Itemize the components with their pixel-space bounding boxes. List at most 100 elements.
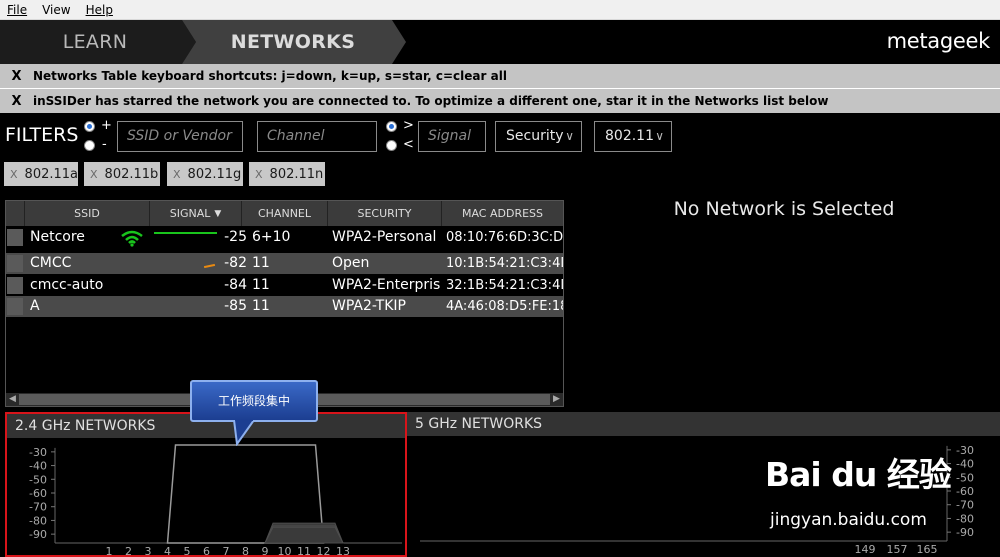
cell-channel: 11 [252, 298, 270, 314]
cell-ssid: cmcc-auto [30, 277, 104, 293]
table-header: SSID SIGNAL ▼ CHANNEL SECURITY MAC ADDRE… [6, 201, 563, 226]
y-tick-label: -70 [956, 499, 974, 512]
chip-label: 802.11a [24, 166, 79, 182]
x-tick-label: 10 [278, 545, 292, 555]
cell-channel: 6+10 [252, 229, 291, 245]
y-tick-label: -50 [956, 471, 974, 484]
menu-help[interactable]: Help [79, 3, 121, 17]
table-row[interactable]: CMCC -82 11 Open 10:1B:54:21:C3:4D [6, 253, 563, 274]
table-row[interactable]: Netcore -25 6+10 WPA2-Personal 08:10:76:… [6, 227, 563, 248]
signal-gt-radio[interactable] [386, 121, 397, 132]
filter-chip-802-11a[interactable]: X 802.11a [4, 162, 78, 186]
cell-signal: -82 [224, 255, 247, 271]
x-tick-label: 7 [223, 545, 230, 555]
sort-descending-icon: ▼ [214, 208, 222, 219]
close-notice-button[interactable]: X [0, 69, 33, 84]
x-tick-label: 2 [125, 545, 132, 555]
chip-label: 802.11b [104, 166, 159, 182]
menu-view[interactable]: View [35, 3, 78, 17]
cell-security: WPA2-Personal [332, 229, 437, 245]
table-row[interactable]: cmcc-auto -84 11 WPA2-Enterprise 32:1B:5… [6, 275, 563, 296]
filters-bar: FILTERS + - SSID or Vendor Channel > < S… [0, 113, 1000, 160]
watermark-logo: Bai du 经验 [765, 455, 952, 494]
x-tick-label: 3 [145, 545, 152, 555]
star-marker[interactable] [7, 229, 23, 246]
x-tick-label: 4 [164, 545, 171, 555]
chip-label: 802.11n [269, 166, 324, 182]
scroll-right-icon[interactable]: ▶ [550, 393, 563, 406]
ssid-include-radio[interactable] [84, 121, 95, 132]
x-tick-label: 8 [242, 545, 249, 555]
panel-2-4ghz: 2.4 GHz NETWORKS -30 -40 -50 -60 -70 -80 -90 1 2… [5, 412, 407, 557]
close-icon[interactable]: X [173, 168, 181, 181]
x-tick-label: 1 [106, 545, 113, 555]
y-tick-label: -80 [29, 514, 47, 527]
filters-title: FILTERS [5, 124, 79, 146]
y-tick-label: -90 [29, 528, 47, 541]
signal-input[interactable]: Signal [418, 121, 486, 152]
cell-mac: 10:1B:54:21:C3:4D [446, 256, 563, 271]
y-tick-label: -40 [29, 460, 47, 473]
table-row[interactable]: A -85 11 WPA2-TKIP 4A:46:08:D5:FE:18 [6, 296, 563, 317]
cell-signal: -85 [224, 298, 247, 314]
x-tick-label: 12 [317, 545, 331, 555]
y-tick-label: -30 [956, 444, 974, 457]
x-tick-label: 6 [203, 545, 210, 555]
networks-table: SSID SIGNAL ▼ CHANNEL SECURITY MAC ADDRE… [5, 200, 564, 407]
notice-text: inSSIDer has starred the network you are… [33, 94, 829, 108]
filter-chip-802-11n[interactable]: X 802.11n [249, 162, 325, 186]
x-tick-label: 11 [297, 545, 311, 555]
filter-chip-802-11b[interactable]: X 802.11b [84, 162, 160, 186]
channel-input[interactable]: Channel [257, 121, 377, 152]
minus-label: - [102, 137, 107, 152]
panel-5ghz-title: 5 GHz NETWORKS [407, 412, 1000, 436]
signal-lt-radio[interactable] [386, 140, 397, 151]
x-tick-label: 9 [262, 545, 269, 555]
close-notice-button[interactable]: X [0, 94, 33, 109]
shortcut-notice: X Networks Table keyboard shortcuts: j=d… [0, 64, 1000, 89]
star-marker[interactable] [7, 277, 23, 294]
ssid-exclude-radio[interactable] [84, 140, 95, 151]
column-header-channel[interactable]: CHANNEL [242, 201, 328, 226]
cell-signal: -25 [224, 229, 247, 245]
tab-networks[interactable]: NETWORKS [182, 20, 404, 64]
column-header-security[interactable]: SECURITY [328, 201, 442, 226]
star-marker[interactable] [7, 298, 23, 315]
ssid-vendor-input[interactable]: SSID or Vendor [117, 121, 243, 152]
star-marker[interactable] [7, 255, 23, 272]
header-marker [6, 201, 25, 226]
column-header-ssid[interactable]: SSID [25, 201, 150, 226]
x-tick-label: 149 [855, 543, 876, 556]
chart-2-4ghz: -30-40-50-60-70-80-901 2 3 4 5 6 7 8 9 10 11 12 13 [29, 444, 402, 555]
mode-dropdown-label: 802.11 [605, 128, 654, 144]
close-icon[interactable]: X [255, 168, 263, 181]
scroll-left-icon[interactable]: ◀ [6, 393, 19, 406]
filter-chip-802-11g[interactable]: X 802.11g [167, 162, 243, 186]
watermark: Bai du 经验 jingyan.baidu.com [765, 448, 952, 530]
cell-security: Open [332, 255, 370, 271]
x-tick-label: 165 [917, 543, 938, 556]
main-nav: LEARN NETWORKS metageek [0, 20, 1000, 64]
plus-label: + [101, 118, 112, 133]
watermark-url: jingyan.baidu.com [770, 510, 927, 530]
y-tick-label: -80 [956, 512, 974, 525]
tab-learn[interactable]: LEARN [0, 20, 190, 64]
column-header-mac[interactable]: MAC ADDRESS [442, 201, 563, 226]
cell-channel: 11 [252, 277, 270, 293]
menu-file[interactable]: File [0, 3, 35, 17]
no-network-message: No Network is Selected [673, 198, 895, 220]
x-tick-label: 13 [336, 545, 350, 555]
security-dropdown[interactable]: Security ∨ [495, 121, 582, 152]
column-header-signal[interactable]: SIGNAL ▼ [150, 201, 242, 226]
notice-text: Networks Table keyboard shortcuts: j=dow… [33, 69, 507, 83]
close-icon[interactable]: X [10, 168, 18, 181]
lt-label: < [403, 137, 414, 152]
y-tick-label: -30 [29, 446, 47, 459]
y-tick-label: -40 [956, 458, 974, 471]
close-icon[interactable]: X [90, 168, 98, 181]
mode-dropdown[interactable]: 802.11 ∨ [594, 121, 672, 152]
starred-notice: X inSSIDer has starred the network you a… [0, 89, 1000, 113]
cell-security: WPA2-TKIP [332, 298, 406, 314]
callout-tail [232, 420, 256, 446]
annotation-callout: 工作频段集中 [190, 380, 318, 422]
